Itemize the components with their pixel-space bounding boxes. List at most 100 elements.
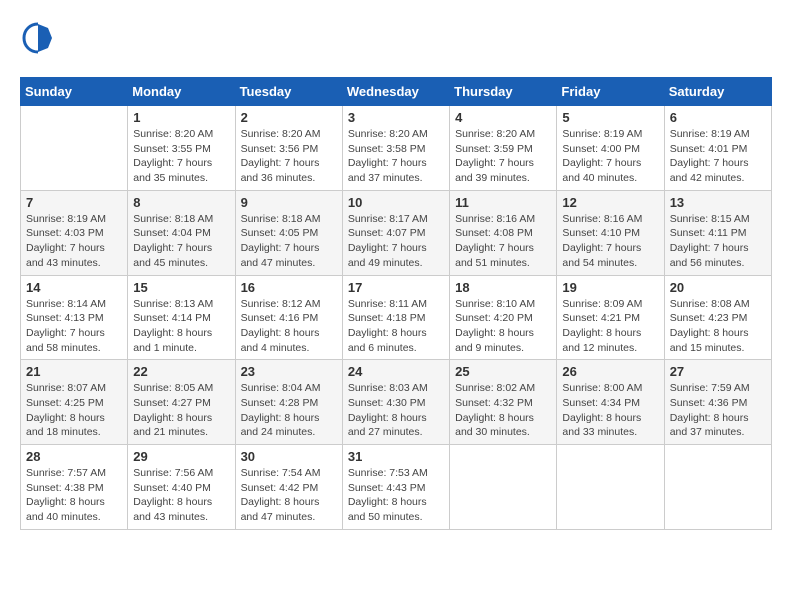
- calendar-cell: 3 Sunrise: 8:20 AMSunset: 3:58 PMDaylight…: [342, 106, 449, 191]
- daylight-text: Daylight: 8 hoursand 1 minute.: [133, 326, 229, 355]
- day-number: 20: [670, 280, 766, 295]
- day-info: Sunrise: 8:16 AMSunset: 4:10 PMDaylight:…: [562, 212, 658, 271]
- sunset-text: Sunset: 4:23 PM: [670, 311, 766, 326]
- weekday-header: Friday: [557, 78, 664, 106]
- sunrise-text: Sunrise: 8:20 AM: [241, 127, 337, 142]
- sunset-text: Sunset: 4:25 PM: [26, 396, 122, 411]
- calendar-week-row: 1Sunrise: 8:20 AMSunset: 3:55 PMDaylight…: [21, 106, 772, 191]
- daylight-text: Daylight: 7 hoursand 45 minutes.: [133, 241, 229, 270]
- day-number: 21: [26, 364, 122, 379]
- calendar-week-row: 21Sunrise: 8:07 AMSunset: 4:25 PMDayligh…: [21, 360, 772, 445]
- sunset-text: Sunset: 4:30 PM: [348, 396, 444, 411]
- sunset-text: Sunset: 4:36 PM: [670, 396, 766, 411]
- sunrise-text: Sunrise: 8:19 AM: [562, 127, 658, 142]
- sunset-text: Sunset: 3:58 PM: [348, 142, 444, 157]
- sunrise-text: Sunrise: 7:53 AM: [348, 466, 444, 481]
- calendar-cell: 24 Sunrise: 8:03 AMSunset: 4:30 PMDayligh…: [342, 360, 449, 445]
- day-number: 29: [133, 449, 229, 464]
- sunrise-text: Sunrise: 8:19 AM: [670, 127, 766, 142]
- day-number: 22: [133, 364, 229, 379]
- calendar-cell: 6Sunrise: 8:19 AMSunset: 4:01 PMDaylight…: [664, 106, 771, 191]
- logo-graphic: [20, 20, 56, 61]
- sunrise-text: Sunrise: 7:56 AM: [133, 466, 229, 481]
- daylight-text: Daylight: 8 hoursand 30 minutes.: [455, 411, 551, 440]
- day-info: Sunrise: 8:20 AMSunset: 3:55 PMDaylight:…: [133, 127, 229, 186]
- sunrise-text: Sunrise: 8:04 AM: [241, 381, 337, 396]
- day-number: 3: [348, 110, 444, 125]
- sunset-text: Sunset: 4:43 PM: [348, 481, 444, 496]
- sunrise-text: Sunrise: 8:11 AM: [348, 297, 444, 312]
- calendar-cell: 22Sunrise: 8:05 AMSunset: 4:27 PMDayligh…: [128, 360, 235, 445]
- calendar-week-row: 28 Sunrise: 7:57 AMSunset: 4:38 PMDayligh…: [21, 445, 772, 530]
- sunrise-text: Sunrise: 8:19 AM: [26, 212, 122, 227]
- calendar-cell: 7Sunrise: 8:19 AMSunset: 4:03 PMDaylight…: [21, 190, 128, 275]
- daylight-text: Daylight: 7 hoursand 54 minutes.: [562, 241, 658, 270]
- day-info: Sunrise: 7:59 AMSunset: 4:36 PMDaylight:…: [670, 381, 766, 440]
- day-number: 30: [241, 449, 337, 464]
- day-number: 2: [241, 110, 337, 125]
- daylight-text: Daylight: 7 hoursand 47 minutes.: [241, 241, 337, 270]
- weekday-header: Saturday: [664, 78, 771, 106]
- sunrise-text: Sunrise: 7:54 AM: [241, 466, 337, 481]
- sunrise-text: Sunrise: 8:17 AM: [348, 212, 444, 227]
- day-info: Sunrise: 8:14 AMSunset: 4:13 PMDaylight:…: [26, 297, 122, 356]
- calendar-cell: 25Sunrise: 8:02 AMSunset: 4:32 PMDayligh…: [450, 360, 557, 445]
- logo: [20, 20, 60, 61]
- day-info: Sunrise: 8:08 AMSunset: 4:23 PMDaylight:…: [670, 297, 766, 356]
- day-info: Sunrise: 8:11 AMSunset: 4:18 PMDaylight:…: [348, 297, 444, 356]
- daylight-text: Daylight: 8 hoursand 9 minutes.: [455, 326, 551, 355]
- sunrise-text: Sunrise: 8:16 AM: [562, 212, 658, 227]
- day-number: 19: [562, 280, 658, 295]
- sunset-text: Sunset: 4:18 PM: [348, 311, 444, 326]
- daylight-text: Daylight: 8 hoursand 37 minutes.: [670, 411, 766, 440]
- day-info: Sunrise: 8:18 AMSunset: 4:05 PMDaylight:…: [241, 212, 337, 271]
- sunset-text: Sunset: 4:13 PM: [26, 311, 122, 326]
- daylight-text: Daylight: 7 hoursand 36 minutes.: [241, 156, 337, 185]
- day-info: Sunrise: 8:10 AMSunset: 4:20 PMDaylight:…: [455, 297, 551, 356]
- daylight-text: Daylight: 7 hoursand 43 minutes.: [26, 241, 122, 270]
- daylight-text: Daylight: 7 hoursand 40 minutes.: [562, 156, 658, 185]
- calendar-week-row: 14 Sunrise: 8:14 AMSunset: 4:13 PMDayligh…: [21, 275, 772, 360]
- calendar-cell: 23Sunrise: 8:04 AMSunset: 4:28 PMDayligh…: [235, 360, 342, 445]
- calendar-cell: [664, 445, 771, 530]
- calendar-cell: [557, 445, 664, 530]
- calendar-cell: 28 Sunrise: 7:57 AMSunset: 4:38 PMDayligh…: [21, 445, 128, 530]
- calendar-cell: 14 Sunrise: 8:14 AMSunset: 4:13 PMDayligh…: [21, 275, 128, 360]
- calendar-cell: 15Sunrise: 8:13 AMSunset: 4:14 PMDayligh…: [128, 275, 235, 360]
- calendar-cell: 9Sunrise: 8:18 AMSunset: 4:05 PMDaylight…: [235, 190, 342, 275]
- calendar-cell: 2Sunrise: 8:20 AMSunset: 3:56 PMDaylight…: [235, 106, 342, 191]
- calendar-week-row: 7Sunrise: 8:19 AMSunset: 4:03 PMDaylight…: [21, 190, 772, 275]
- day-info: Sunrise: 8:19 AMSunset: 4:01 PMDaylight:…: [670, 127, 766, 186]
- sunrise-text: Sunrise: 8:00 AM: [562, 381, 658, 396]
- daylight-text: Daylight: 8 hoursand 27 minutes.: [348, 411, 444, 440]
- sunrise-text: Sunrise: 8:09 AM: [562, 297, 658, 312]
- sunset-text: Sunset: 4:08 PM: [455, 226, 551, 241]
- daylight-text: Daylight: 8 hoursand 15 minutes.: [670, 326, 766, 355]
- day-info: Sunrise: 8:13 AMSunset: 4:14 PMDaylight:…: [133, 297, 229, 356]
- daylight-text: Daylight: 8 hoursand 40 minutes.: [26, 495, 122, 524]
- day-number: 12: [562, 195, 658, 210]
- day-info: Sunrise: 8:20 AMSunset: 3:58 PMDaylight:…: [348, 127, 444, 186]
- daylight-text: Daylight: 8 hoursand 47 minutes.: [241, 495, 337, 524]
- daylight-text: Daylight: 8 hoursand 21 minutes.: [133, 411, 229, 440]
- sunrise-text: Sunrise: 8:03 AM: [348, 381, 444, 396]
- day-number: 23: [241, 364, 337, 379]
- sunset-text: Sunset: 4:11 PM: [670, 226, 766, 241]
- calendar-cell: 8Sunrise: 8:18 AMSunset: 4:04 PMDaylight…: [128, 190, 235, 275]
- day-info: Sunrise: 7:57 AMSunset: 4:38 PMDaylight:…: [26, 466, 122, 525]
- day-number: 14: [26, 280, 122, 295]
- daylight-text: Daylight: 7 hoursand 58 minutes.: [26, 326, 122, 355]
- calendar-cell: 18 Sunrise: 8:10 AMSunset: 4:20 PMDayligh…: [450, 275, 557, 360]
- daylight-text: Daylight: 7 hoursand 37 minutes.: [348, 156, 444, 185]
- day-number: 18: [455, 280, 551, 295]
- day-number: 24: [348, 364, 444, 379]
- day-info: Sunrise: 8:03 AMSunset: 4:30 PMDaylight:…: [348, 381, 444, 440]
- sunrise-text: Sunrise: 7:57 AM: [26, 466, 122, 481]
- sunset-text: Sunset: 4:42 PM: [241, 481, 337, 496]
- day-number: 28: [26, 449, 122, 464]
- sunset-text: Sunset: 4:14 PM: [133, 311, 229, 326]
- day-info: Sunrise: 8:09 AMSunset: 4:21 PMDaylight:…: [562, 297, 658, 356]
- daylight-text: Daylight: 7 hoursand 35 minutes.: [133, 156, 229, 185]
- sunrise-text: Sunrise: 8:02 AM: [455, 381, 551, 396]
- weekday-header: Monday: [128, 78, 235, 106]
